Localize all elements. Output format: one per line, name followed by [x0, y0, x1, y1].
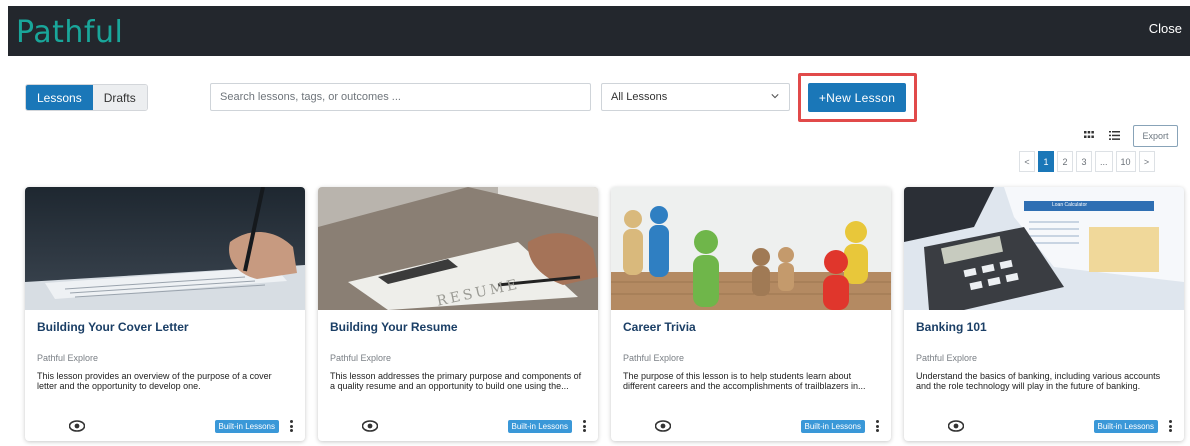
card-source: Pathful Explore	[623, 353, 685, 363]
pagination-page-10[interactable]: 10	[1115, 151, 1136, 172]
tab-lessons[interactable]: Lessons	[26, 85, 93, 110]
app-frame: Pathful Close Lessons Drafts All Lessons…	[0, 0, 1190, 446]
card-title[interactable]: Banking 101	[916, 320, 987, 334]
loan-calculator-image-text: Loan Calculator	[1052, 202, 1088, 208]
grid-view-icon[interactable]	[1081, 127, 1097, 143]
more-options-icon[interactable]	[874, 418, 880, 434]
card-description: This lesson provides an overview of the …	[37, 371, 272, 391]
pagination-next[interactable]: >	[1138, 151, 1155, 172]
top-bar: Pathful Close	[8, 6, 1190, 56]
pagination-page-3[interactable]: 3	[1076, 151, 1092, 172]
lesson-filter-value: All Lessons	[611, 91, 668, 103]
lesson-card[interactable]: Building Your Cover Letter Pathful Explo…	[25, 187, 305, 441]
lessons-drafts-toggle: Lessons Drafts	[25, 84, 148, 111]
built-in-lessons-badge[interactable]: Built-in Lessons	[507, 420, 572, 433]
pagination-page-1[interactable]: 1	[1038, 151, 1054, 172]
more-options-icon[interactable]	[288, 418, 294, 434]
card-description: The purpose of this lesson is to help st…	[623, 371, 866, 391]
close-link[interactable]: Close	[1149, 21, 1182, 36]
chevron-down-icon	[771, 94, 779, 99]
more-options-icon[interactable]	[581, 418, 587, 434]
built-in-lessons-badge[interactable]: Built-in Lessons	[214, 420, 279, 433]
pagination-page-2[interactable]: 2	[1057, 151, 1073, 172]
preview-eye-icon[interactable]	[69, 420, 85, 432]
lesson-card[interactable]: Career Trivia Pathful Explore The purpos…	[611, 187, 891, 441]
pagination: < 1 2 3 ... 10 >	[1019, 151, 1158, 172]
card-image-career-trivia	[611, 187, 891, 310]
card-description: Understand the basics of banking, includ…	[916, 371, 1161, 391]
built-in-lessons-badge[interactable]: Built-in Lessons	[800, 420, 865, 433]
built-in-lessons-badge[interactable]: Built-in Lessons	[1093, 420, 1158, 433]
card-source: Pathful Explore	[330, 353, 392, 363]
card-title[interactable]: Career Trivia	[623, 320, 696, 334]
pagination-prev[interactable]: <	[1019, 151, 1035, 172]
lesson-filter-select[interactable]: All Lessons	[601, 83, 790, 111]
card-source: Pathful Explore	[37, 353, 99, 363]
preview-eye-icon[interactable]	[655, 420, 671, 432]
preview-eye-icon[interactable]	[362, 420, 378, 432]
pagination-ellipsis: ...	[1095, 151, 1113, 172]
card-source: Pathful Explore	[916, 353, 978, 363]
export-button[interactable]: Export	[1133, 125, 1178, 147]
new-lesson-button[interactable]: +New Lesson	[808, 83, 906, 112]
card-image-banking: Loan Calculator	[904, 187, 1184, 310]
card-image-cover-letter	[25, 187, 305, 310]
card-description: This lesson addresses the primary purpos…	[330, 371, 582, 391]
lesson-card[interactable]: RESUME Building Your Resume Pathful Expl…	[318, 187, 598, 441]
card-image-resume: RESUME	[318, 187, 598, 310]
search-input[interactable]	[210, 83, 591, 111]
tab-drafts[interactable]: Drafts	[92, 85, 147, 110]
more-options-icon[interactable]	[1167, 418, 1173, 434]
lesson-card[interactable]: Loan Calculator Banking 101 Pathful Expl…	[904, 187, 1184, 441]
pathful-logo[interactable]: Pathful	[16, 14, 123, 50]
preview-eye-icon[interactable]	[948, 420, 964, 432]
logo-text: Pathful	[16, 14, 124, 50]
card-title[interactable]: Building Your Cover Letter	[37, 320, 189, 334]
card-title[interactable]: Building Your Resume	[330, 320, 458, 334]
list-view-icon[interactable]	[1106, 127, 1122, 143]
